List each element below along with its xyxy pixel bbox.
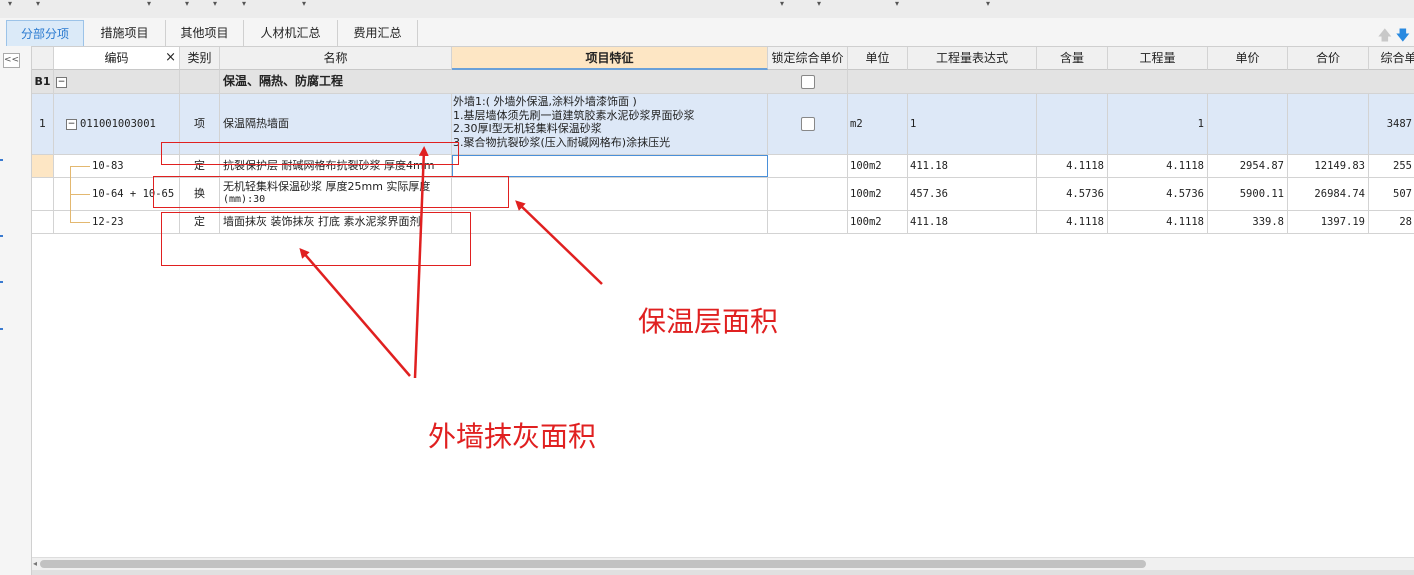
arrow-to-plaster	[299, 247, 411, 377]
arrow-to-anti-crack	[413, 146, 429, 379]
annotation-insulation-area: 保温层面积	[638, 305, 779, 338]
annotation-plaster-area: 外墙抹灰面积	[428, 420, 597, 453]
arrow-to-insulation	[515, 200, 603, 285]
annotation-arrows	[299, 146, 603, 379]
